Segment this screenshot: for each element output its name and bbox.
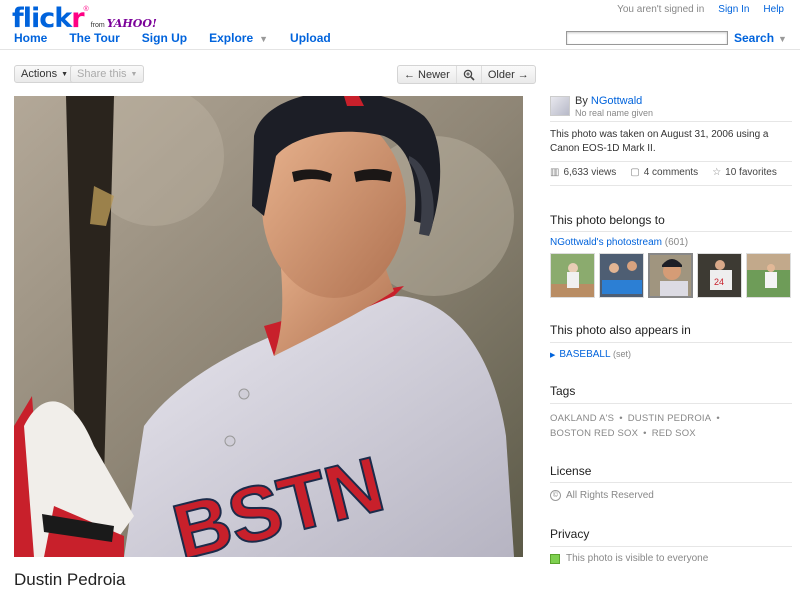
search-input[interactable] [566, 31, 728, 45]
older-button[interactable]: Older → [482, 66, 535, 83]
tag-separator: • [619, 413, 623, 424]
tag-item[interactable]: BOSTON RED SOX [550, 428, 638, 439]
thumbnail-image [650, 255, 691, 296]
owner-byline: By NGottwald [575, 95, 642, 107]
photo-stats: ▥ 6,633 views ▢ 4 comments ☆ 10 favorites [550, 167, 777, 178]
thumbnail[interactable] [550, 253, 595, 298]
header-divider [0, 49, 800, 50]
appears-heading: This photo also appears in [550, 323, 691, 337]
avatar[interactable] [550, 96, 570, 116]
actions-button[interactable]: Actions ▼ [14, 65, 76, 83]
divider [550, 546, 792, 547]
thumbnail-image: 24 [698, 254, 741, 297]
copyright-icon: © [550, 490, 561, 501]
star-icon: ☆ [712, 167, 722, 178]
thumbnail[interactable]: 24 [697, 253, 742, 298]
zoom-icon [463, 69, 475, 81]
help-link[interactable]: Help [763, 4, 784, 15]
divider [550, 231, 792, 232]
views-count: 6,633 views [563, 167, 617, 178]
owner-real-name: No real name given [575, 108, 654, 118]
chevron-down-icon[interactable]: ▼ [259, 34, 268, 44]
tag-item[interactable]: OAKLAND A'S [550, 413, 614, 424]
belongs-heading: This photo belongs to [550, 213, 665, 227]
sign-in-link[interactable]: Sign In [718, 4, 749, 15]
main-nav: Home The Tour Sign Up Explore ▼ Upload [14, 31, 353, 45]
chevron-down-icon: ▼ [61, 70, 69, 78]
zoom-button[interactable] [455, 66, 482, 83]
chevron-right-icon: ▶ [550, 352, 556, 359]
photostream-link[interactable]: NGottwald's photostream (601) [550, 237, 688, 248]
thumbnail-image [747, 254, 790, 297]
thumbnail-image [551, 254, 594, 297]
logo-r: r [71, 3, 84, 34]
divider [550, 121, 792, 122]
photo-pager: ← Newer Older → [397, 65, 536, 84]
newer-button[interactable]: ← Newer [398, 66, 456, 83]
baseball-player-photo: BSTN [14, 96, 523, 557]
divider [550, 403, 792, 404]
logo-flick: flick [12, 3, 72, 34]
share-label: Share this [77, 68, 127, 80]
signin-status: You aren't signed in [617, 4, 705, 15]
tags-heading: Tags [550, 384, 576, 398]
thumbnail-image [600, 254, 643, 297]
main-photo[interactable]: BSTN [14, 96, 523, 557]
nav-upload[interactable]: Upload [290, 31, 331, 45]
nav-signup[interactable]: Sign Up [142, 31, 187, 45]
thumbnail-selected[interactable] [648, 253, 693, 298]
thumbnail[interactable] [746, 253, 791, 298]
license-info: © All Rights Reserved [550, 490, 654, 501]
logo-registered: ® [83, 6, 89, 13]
share-button[interactable]: Share this ▼ [70, 65, 145, 83]
comments-stat[interactable]: ▢ 4 comments [630, 167, 698, 178]
set-type-label: (set) [612, 349, 631, 359]
divider [550, 342, 792, 343]
tag-item[interactable]: DUSTIN PEDROIA [628, 413, 712, 424]
photostream-name: NGottwald's photostream [550, 237, 662, 248]
privacy-heading: Privacy [550, 527, 590, 541]
divider [550, 482, 792, 483]
tag-separator: • [643, 428, 647, 439]
privacy-public-icon [550, 553, 560, 564]
license-text[interactable]: All Rights Reserved [566, 490, 654, 501]
comment-icon: ▢ [630, 167, 640, 178]
privacy-text: This photo is visible to everyone [566, 553, 709, 564]
set-name: BASEBALL [559, 349, 611, 360]
nav-home[interactable]: Home [14, 31, 47, 45]
search-button[interactable]: Search ▼ [734, 31, 787, 45]
favorites-stat[interactable]: ☆ 10 favorites [712, 167, 777, 178]
tag-separator: • [716, 413, 720, 424]
thumbnail[interactable] [599, 253, 644, 298]
yahoo-logo: YAHOO! [106, 17, 157, 30]
nav-explore-label: Explore [209, 31, 254, 45]
photostream-thumbnails: 24 [550, 253, 791, 298]
divider [550, 161, 792, 162]
divider [550, 185, 792, 186]
tag-list: OAKLAND A'S • DUSTIN PEDROIA • BOSTON RED SO… [550, 411, 750, 441]
tag-item[interactable]: RED SOX [652, 428, 696, 439]
photo-taken-info: This photo was taken on August 31, 2006 … [550, 129, 769, 154]
license-heading: License [550, 464, 592, 478]
owner-link[interactable]: NGottwald [591, 95, 642, 107]
set-link-baseball[interactable]: ▶ BASEBALL (set) [550, 349, 631, 360]
account-links: You aren't signed in Sign In Help [617, 4, 784, 15]
views-icon: ▥ [550, 167, 560, 178]
photostream-count: (601) [664, 237, 689, 248]
favorites-count: 10 favorites [725, 167, 777, 178]
logo-from: from [90, 22, 105, 29]
nav-explore[interactable]: Explore ▼ [209, 31, 268, 45]
nav-tour[interactable]: The Tour [69, 31, 119, 45]
privacy-info: This photo is visible to everyone [550, 553, 708, 564]
flickr-logo[interactable]: flick r ® from YAHOO! [12, 2, 157, 32]
actions-label: Actions [21, 68, 58, 80]
photo-title: Dustin Pedroia [14, 570, 126, 589]
svg-text:24: 24 [714, 277, 724, 287]
by-label: By [575, 95, 588, 107]
comments-count: 4 comments [643, 167, 699, 178]
views-stat: ▥ 6,633 views [550, 167, 616, 178]
chevron-down-icon: ▼ [130, 70, 138, 78]
search-button-label: Search [734, 31, 775, 45]
chevron-down-icon[interactable]: ▼ [778, 34, 787, 44]
